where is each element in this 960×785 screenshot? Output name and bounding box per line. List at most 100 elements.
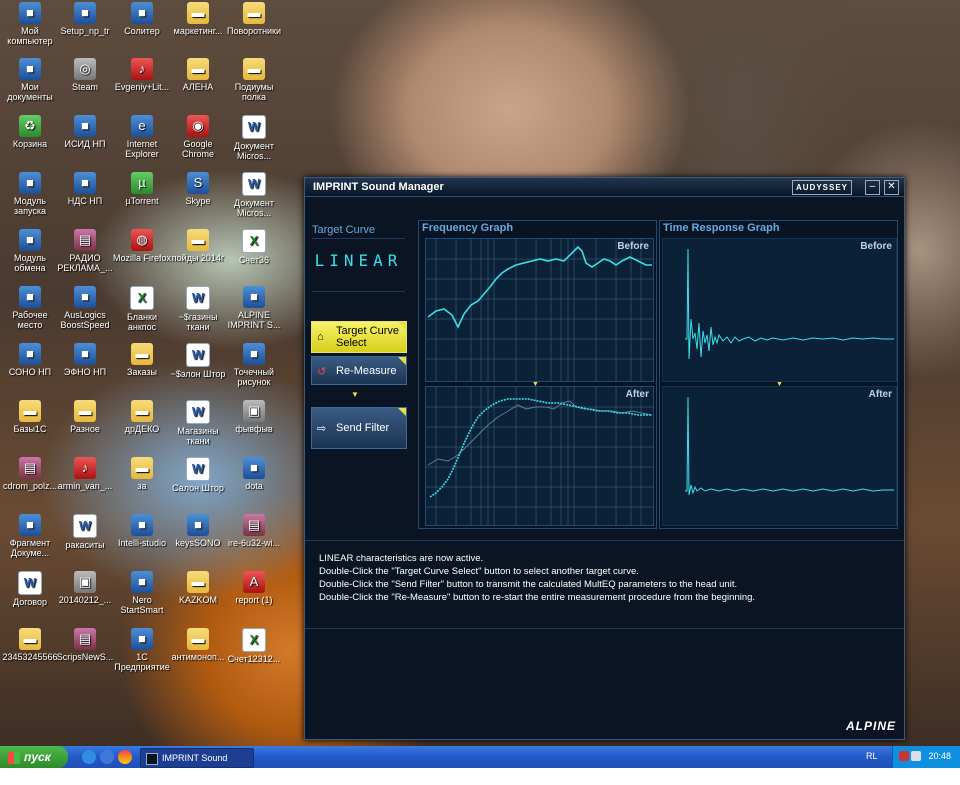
desktop-icon[interactable]: ■ Мой компьютер bbox=[0, 2, 60, 46]
desktop-icon[interactable]: ▬ за bbox=[112, 457, 172, 491]
desktop-icon-label: АЛЕНА bbox=[182, 82, 214, 92]
ie-quicklaunch-icon[interactable] bbox=[100, 750, 114, 764]
desktop-icon[interactable]: Wракаситы bbox=[55, 514, 115, 550]
taskbar: пуск IMPRINT Sound Mana... RL 20:48 bbox=[0, 746, 960, 781]
desktop-icon-label: KAZKOM bbox=[178, 595, 217, 605]
desktop-icon[interactable]: ■ ЭФНО НП bbox=[55, 343, 115, 377]
desktop-icon[interactable]: ■ dota bbox=[224, 457, 284, 491]
desktop-icon[interactable]: ■ Setup_np_tr bbox=[55, 2, 115, 36]
window-titlebar[interactable]: IMPRINT Sound Manager AUDYSSEY – ✕ bbox=[305, 178, 904, 197]
message-line: Double-Click the "Send Filter" button to… bbox=[319, 579, 738, 590]
tray-network-icon[interactable] bbox=[911, 751, 921, 761]
minimize-button[interactable]: – bbox=[865, 180, 880, 195]
desktop-icon[interactable]: ▣ 20140212_... bbox=[55, 571, 115, 605]
frequency-before-graph: Before bbox=[425, 238, 654, 382]
word-doc-icon: W bbox=[242, 172, 266, 196]
desktop-icon[interactable]: W ~$элон Штор bbox=[168, 343, 228, 379]
desktop-icon[interactable]: ■ Модуль запуска bbox=[0, 172, 60, 216]
desktop-icon[interactable]: ▬ 23453245566 bbox=[0, 628, 60, 662]
desktop-icon[interactable]: ■ НДС НП bbox=[55, 172, 115, 206]
re-measure-button[interactable]: ↺ Re-Measure bbox=[311, 356, 407, 385]
arrow-down-icon: ▼ bbox=[351, 390, 359, 399]
desktop-icon[interactable]: ▬ KAZKOM bbox=[168, 571, 228, 605]
desktop-icon[interactable]: ▬ маркетинг... bbox=[168, 2, 228, 36]
tray-flag-icon[interactable] bbox=[899, 751, 909, 761]
desktop-icon[interactable]: ▬ Разное bbox=[55, 400, 115, 434]
curve-icon: ⌂ bbox=[317, 331, 324, 343]
desktop-icon[interactable]: W ~$газины ткани bbox=[168, 286, 228, 332]
desktop-icon[interactable]: e Internet Explorer bbox=[112, 115, 172, 159]
desktop-icon-label: Мои документы bbox=[7, 82, 53, 102]
desktop-icon[interactable]: ◉ Google Chrome bbox=[168, 115, 228, 159]
frequency-graph-title: Frequency Graph bbox=[422, 222, 514, 234]
desktop-icon[interactable]: W Документ Micros... bbox=[224, 115, 284, 161]
close-button[interactable]: ✕ bbox=[884, 180, 899, 195]
desktop-icon-label: Счет12312... bbox=[227, 654, 281, 664]
chrome-quicklaunch-icon[interactable] bbox=[118, 750, 132, 764]
desktop-icon[interactable]: ■ keysSONO bbox=[168, 514, 228, 548]
corner-marker-icon bbox=[398, 322, 406, 330]
winrar-icon: ▤ bbox=[243, 514, 265, 536]
desktop-icon[interactable]: ■ Intelli-studio bbox=[112, 514, 172, 548]
send-filter-button[interactable]: ⇨ Send Filter bbox=[311, 407, 407, 449]
desktop-icon[interactable]: Areport (1) bbox=[224, 571, 284, 605]
desktop-icon[interactable]: W Документ Micros... bbox=[224, 172, 284, 218]
desktop-icon[interactable]: ▬ Подиумы полка bbox=[224, 58, 284, 102]
desktop-icon[interactable]: ▤ ScripsNewS... bbox=[55, 628, 115, 662]
desktop-icon[interactable]: ◎ Steam bbox=[55, 58, 115, 92]
desktop-icon[interactable]: ♪ Evgeniy+Lit... bbox=[112, 58, 172, 92]
desktop-icon-label: Мой компьютер bbox=[7, 26, 53, 46]
desktop-icon[interactable]: ■ ALPINE IMPRINT S... bbox=[224, 286, 284, 330]
desktop-icon[interactable]: W Салон Штор bbox=[168, 457, 228, 493]
desktop-icon[interactable]: ▬ дрДЕКО bbox=[112, 400, 172, 434]
desktop-icon[interactable]: ■ Точечный рисунок bbox=[224, 343, 284, 387]
desktop-icon-label: Магазины ткани bbox=[177, 426, 219, 446]
word-doc-icon: W bbox=[186, 286, 210, 310]
desktop-icon[interactable]: S Skype bbox=[168, 172, 228, 206]
desktop-icon[interactable]: W Договор bbox=[0, 571, 60, 607]
desktop-icon[interactable]: ■ Модуль обмена bbox=[0, 229, 60, 273]
desktop-icon[interactable]: ▬ Базы1С bbox=[0, 400, 60, 434]
desktop-icon[interactable]: ▣ фывфыв bbox=[224, 400, 284, 434]
desktop-icon[interactable]: ■ AusLogics BoostSpeed bbox=[55, 286, 115, 330]
desktop-icon[interactable]: ▬ пойды 2014г bbox=[168, 229, 228, 263]
desktop-icon[interactable]: ▬ АЛЕНА bbox=[168, 58, 228, 92]
desktop-icon[interactable]: ■ Рабочее место bbox=[0, 286, 60, 330]
desktop-icon[interactable]: ■ Солитер bbox=[112, 2, 172, 36]
desktop-icon[interactable]: ■ Nero StartSmart bbox=[112, 571, 172, 615]
desktop-icon[interactable]: ■ ИСИД НП bbox=[55, 115, 115, 149]
desktop-icon[interactable]: ■ 1С Предприятие bbox=[112, 628, 172, 672]
show-desktop-icon[interactable] bbox=[82, 750, 96, 764]
desktop-icon-label: ИСИД НП bbox=[64, 139, 106, 149]
desktop-icon[interactable]: X Счет36 bbox=[224, 229, 284, 265]
target-curve-select-button[interactable]: ⌂ Target Curve Select bbox=[311, 321, 407, 353]
imprint-sound-manager-window: IMPRINT Sound Manager AUDYSSEY – ✕ Targe… bbox=[304, 177, 905, 740]
desktop-icon[interactable]: X Бланки анкпос bbox=[112, 286, 172, 332]
time-response-graph-title: Time Response Graph bbox=[663, 222, 780, 234]
taskbar-task-imprint[interactable]: IMPRINT Sound Mana... bbox=[140, 748, 254, 781]
desktop-icon[interactable]: ♪ armin_van_... bbox=[55, 457, 115, 491]
desktop-icon[interactable]: X Счет12312... bbox=[224, 628, 284, 664]
desktop-icon[interactable]: µ µTorrent bbox=[112, 172, 172, 206]
start-button[interactable]: пуск bbox=[0, 746, 68, 768]
desktop-icon[interactable]: ■ Фрагмент Докуме... bbox=[0, 514, 60, 558]
desktop-icon[interactable]: ■ СОНО НП bbox=[0, 343, 60, 377]
intelli-icon: ■ bbox=[131, 514, 153, 536]
desktop-icon[interactable]: ▤ cdrom_polz... bbox=[0, 457, 60, 491]
desktop-icon[interactable]: ▤ ire-6u32-wi... bbox=[224, 514, 284, 548]
desktop-icon[interactable]: ▤ РАДИО РЕКЛАМА_... bbox=[55, 229, 115, 273]
system-tray: 20:48 bbox=[892, 746, 960, 768]
keys-icon: ■ bbox=[187, 514, 209, 536]
desktop-icon[interactable]: ▬ Заказы bbox=[112, 343, 172, 377]
language-indicator[interactable]: RL bbox=[866, 751, 878, 761]
word-doc-icon: W bbox=[186, 343, 210, 367]
desktop-icon[interactable]: W Магазины ткани bbox=[168, 400, 228, 446]
desktop-icon[interactable]: ♻ Корзина bbox=[0, 115, 60, 149]
mp3-icon: ♪ bbox=[131, 58, 153, 80]
desktop-icon-label: пойды 2014г bbox=[171, 253, 225, 263]
desktop-icon[interactable]: ◍ Mozilla Firefox bbox=[112, 229, 172, 263]
desktop-icon[interactable]: ■ Мои документы bbox=[0, 58, 60, 102]
desktop-icon[interactable]: ▬ антимоноп... bbox=[168, 628, 228, 662]
desktop-icon[interactable]: ▬ Поворотники bbox=[224, 2, 284, 36]
word-doc-icon: W bbox=[18, 571, 42, 595]
